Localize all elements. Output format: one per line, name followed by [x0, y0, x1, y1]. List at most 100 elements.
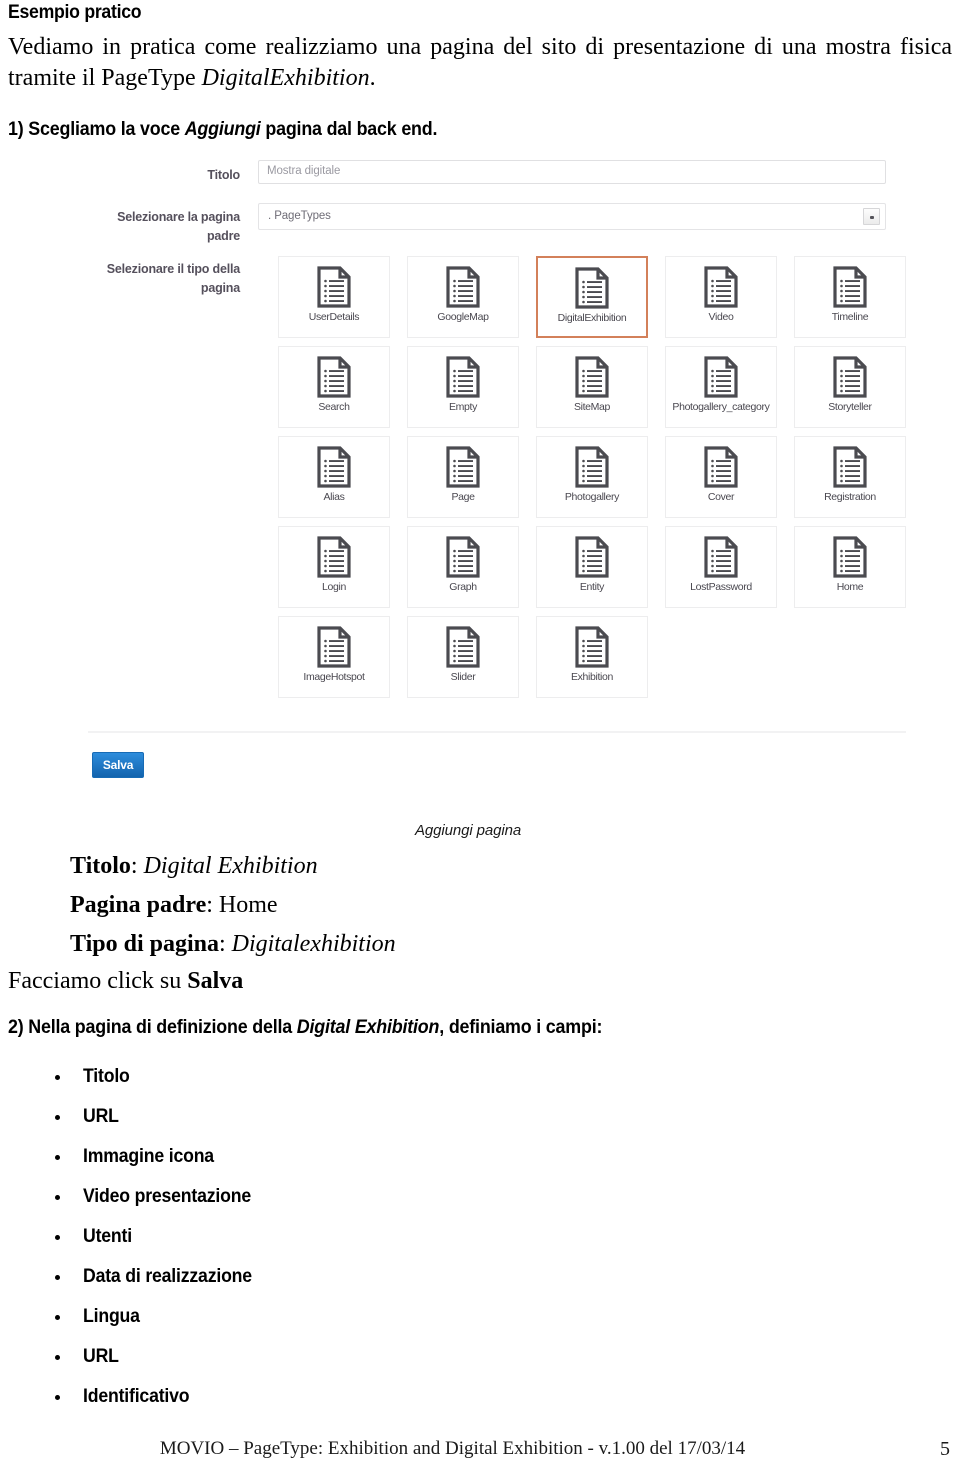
step-2-before: 2) Nella pagina di definizione della [8, 1017, 297, 1038]
list-item: Titolo [8, 1057, 265, 1097]
page-type-tile-empty[interactable]: Empty [407, 346, 519, 428]
page-type-tile-search[interactable]: Search [278, 346, 390, 428]
page-type-tile-home[interactable]: Home [794, 526, 906, 608]
list-item: URL [8, 1337, 265, 1377]
page-type-tile-exhibition[interactable]: Exhibition [536, 616, 648, 698]
document-icon [575, 536, 609, 583]
document-icon [317, 626, 351, 673]
page-type-tile-timeline[interactable]: Timeline [794, 256, 906, 338]
page-type-tile-video[interactable]: Video [665, 256, 777, 338]
page-type-tile-label: LostPassword [690, 581, 752, 593]
bullet-icon [55, 1275, 60, 1280]
summary-type-key: Tipo di pagina [70, 931, 219, 957]
list-item-label: URL [83, 1106, 119, 1127]
document-icon [833, 266, 867, 313]
document-icon [704, 446, 738, 493]
page-type-tile-cover[interactable]: Cover [665, 436, 777, 518]
page-type-tile-entity[interactable]: Entity [536, 526, 648, 608]
list-item-label: Video presentazione [83, 1186, 251, 1207]
parent-page-select[interactable]: . PageTypes [258, 203, 886, 230]
list-item-label: Identificativo [83, 1386, 190, 1407]
step-1-heading: 1) Scegliamo la voce Aggiungi pagina dal… [8, 119, 437, 141]
list-item: Identificativo [8, 1377, 265, 1417]
page-type-tile-photogallery_category[interactable]: Photogallery_category [665, 346, 777, 428]
summary-title-sep: : [130, 853, 144, 879]
footer-text: MOVIO – PageType: Exhibition and Digital… [159, 1438, 746, 1459]
page-type-tile-sitemap[interactable]: SiteMap [536, 346, 648, 428]
step-2-heading: 2) Nella pagina di definizione della Dig… [8, 1017, 602, 1039]
page-type-tile-label: DigitalExhibition [557, 312, 627, 324]
page-title: Esempio pratico [8, 2, 142, 23]
list-item-label: Lingua [83, 1306, 140, 1327]
page-type-tile-label: Timeline [831, 311, 869, 323]
page-type-tile-storyteller[interactable]: Storyteller [794, 346, 906, 428]
document-icon [446, 266, 480, 313]
list-item: URL [8, 1097, 265, 1137]
list-item-label: Utenti [83, 1226, 132, 1247]
document-icon [704, 536, 738, 583]
page-type-tile-digitalexhibition[interactable]: DigitalExhibition [536, 256, 648, 338]
intro-text-before: Vediamo in pratica come realizziamo una … [8, 34, 952, 91]
page-type-tile-label: Video [708, 311, 734, 323]
summary-type-value-a: Digital [231, 931, 300, 957]
list-item-label: URL [83, 1346, 119, 1367]
document-icon [446, 536, 480, 583]
document-icon [704, 266, 738, 313]
bullet-icon [55, 1315, 60, 1320]
document-icon [575, 356, 609, 403]
form-divider [88, 731, 906, 733]
page-type-tile-label: Photogallery [564, 491, 620, 503]
page-type-tile-label: Empty [448, 401, 477, 413]
page-type-tile-photogallery[interactable]: Photogallery [536, 436, 648, 518]
page-type-tile-label: GoogleMap [437, 311, 489, 323]
click-save-bold: Salva [187, 968, 244, 994]
step-1-after: pagina dal back end. [260, 119, 438, 140]
bullet-icon [55, 1155, 60, 1160]
page-type-tile-slider[interactable]: Slider [407, 616, 519, 698]
summary-type-line: Tipo di pagina: Digitalexhibition [70, 929, 396, 960]
page-type-tile-userdetails[interactable]: UserDetails [278, 256, 390, 338]
bullet-icon [55, 1395, 60, 1400]
page-type-tile-lostpassword[interactable]: LostPassword [665, 526, 777, 608]
document-icon [833, 356, 867, 403]
document-icon [317, 446, 351, 493]
page-type-tile-label: Slider [450, 671, 476, 683]
figure-caption: Aggiungi pagina [415, 822, 522, 839]
document-icon [317, 266, 351, 313]
parent-page-value: . PageTypes [268, 210, 331, 222]
page-type-tile-page[interactable]: Page [407, 436, 519, 518]
page-type-tile-label: Storyteller [828, 401, 872, 413]
title-input-value: Mostra digitale [267, 165, 341, 177]
title-input[interactable]: Mostra digitale [258, 160, 886, 184]
page-type-tile-imagehotspot[interactable]: ImageHotspot [278, 616, 390, 698]
bullet-icon [55, 1075, 60, 1080]
page-type-tile-label: UserDetails [308, 311, 360, 323]
summary-type-value-b: exhibition [299, 931, 396, 957]
page-type-tile-login[interactable]: Login [278, 526, 390, 608]
step-2-after: , definiamo i campi: [439, 1017, 603, 1038]
document-icon [575, 446, 609, 493]
list-item: Data di realizzazione [8, 1257, 265, 1297]
page-type-tile-googlemap[interactable]: GoogleMap [407, 256, 519, 338]
list-item-label: Immagine icona [83, 1146, 214, 1167]
document-icon [575, 626, 609, 673]
bullet-icon [55, 1195, 60, 1200]
step-1-italic: Aggiungi [184, 119, 261, 140]
chevron-down-icon[interactable] [863, 208, 880, 225]
page-type-tile-label: SiteMap [573, 401, 611, 413]
document-icon [446, 626, 480, 673]
page-type-tile-label: Registration [824, 491, 876, 503]
page-type-tile-alias[interactable]: Alias [278, 436, 390, 518]
list-item: Utenti [8, 1217, 265, 1257]
page-type-tile-registration[interactable]: Registration [794, 436, 906, 518]
page-type-tile-graph[interactable]: Graph [407, 526, 519, 608]
summary-title-line: Titolo: Digital Exhibition [70, 851, 318, 882]
bullet-icon [55, 1355, 60, 1360]
page-type-tile-label: Cover [707, 491, 735, 503]
page-type-tile-label: Exhibition [570, 671, 614, 683]
document-icon [833, 536, 867, 583]
intro-paragraph: Vediamo in pratica come realizziamo una … [8, 32, 952, 94]
save-button[interactable]: Salva [92, 752, 144, 778]
page-type-tile-label: Alias [323, 491, 345, 503]
footer-page-number: 5 [940, 1438, 950, 1460]
